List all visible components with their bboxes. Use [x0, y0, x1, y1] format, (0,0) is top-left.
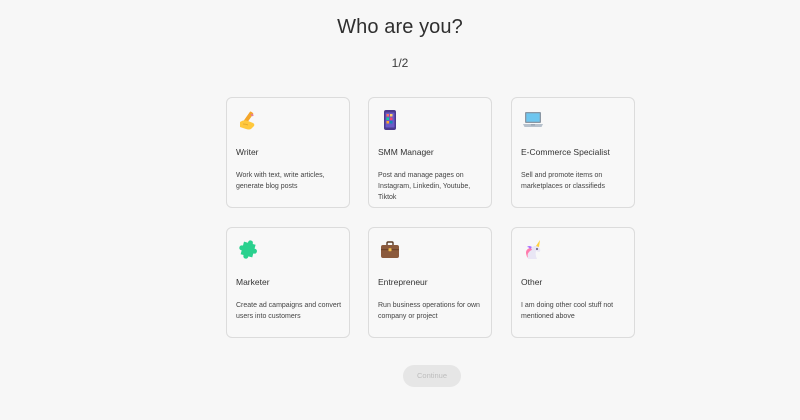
laptop-icon — [523, 112, 543, 127]
role-card-description: Post and manage pages on Instagram, Link… — [378, 172, 471, 201]
unicorn-icon — [526, 240, 541, 259]
role-card-description: Work with text, write articles, generate… — [236, 172, 325, 190]
page-title: Who are you? — [337, 16, 463, 38]
role-card-ecommerce-specialist[interactable]: E-Commerce Specialist Sell and promote i… — [511, 97, 635, 208]
role-card-description: Sell and promote items on marketplaces o… — [521, 172, 606, 190]
role-card-other[interactable]: Other I am doing other cool stuff not me… — [511, 227, 635, 338]
role-card-description: Run business operations for own company … — [378, 302, 480, 320]
role-card-title: SMM Manager — [378, 147, 434, 157]
continue-button[interactable]: Continue — [403, 365, 461, 387]
role-card-smm-manager[interactable]: SMM Manager Post and manage pages on Ins… — [368, 97, 492, 208]
mobile-phone-icon — [384, 110, 396, 130]
puzzle-icon — [239, 240, 257, 259]
role-card-title: Other — [521, 277, 543, 287]
role-card-writer[interactable]: Writer Work with text, write articles, g… — [226, 97, 350, 208]
role-card-title: Marketer — [236, 277, 270, 287]
role-card-description: Create ad campaigns and convert users in… — [236, 302, 342, 320]
briefcase-icon — [381, 241, 399, 258]
writing-hand-icon — [240, 111, 255, 130]
role-card-title: Entrepreneur — [378, 277, 428, 287]
step-indicator: 1/2 — [391, 56, 409, 70]
role-card-title: Writer — [236, 147, 259, 157]
role-card-entrepreneur[interactable]: Entrepreneur Run business operations for… — [368, 227, 492, 338]
role-card-description: I am doing other cool stuff not mentione… — [521, 302, 614, 320]
role-card-marketer[interactable]: Marketer Create ad campaigns and convert… — [226, 227, 350, 338]
role-card-title: E-Commerce Specialist — [521, 147, 610, 157]
